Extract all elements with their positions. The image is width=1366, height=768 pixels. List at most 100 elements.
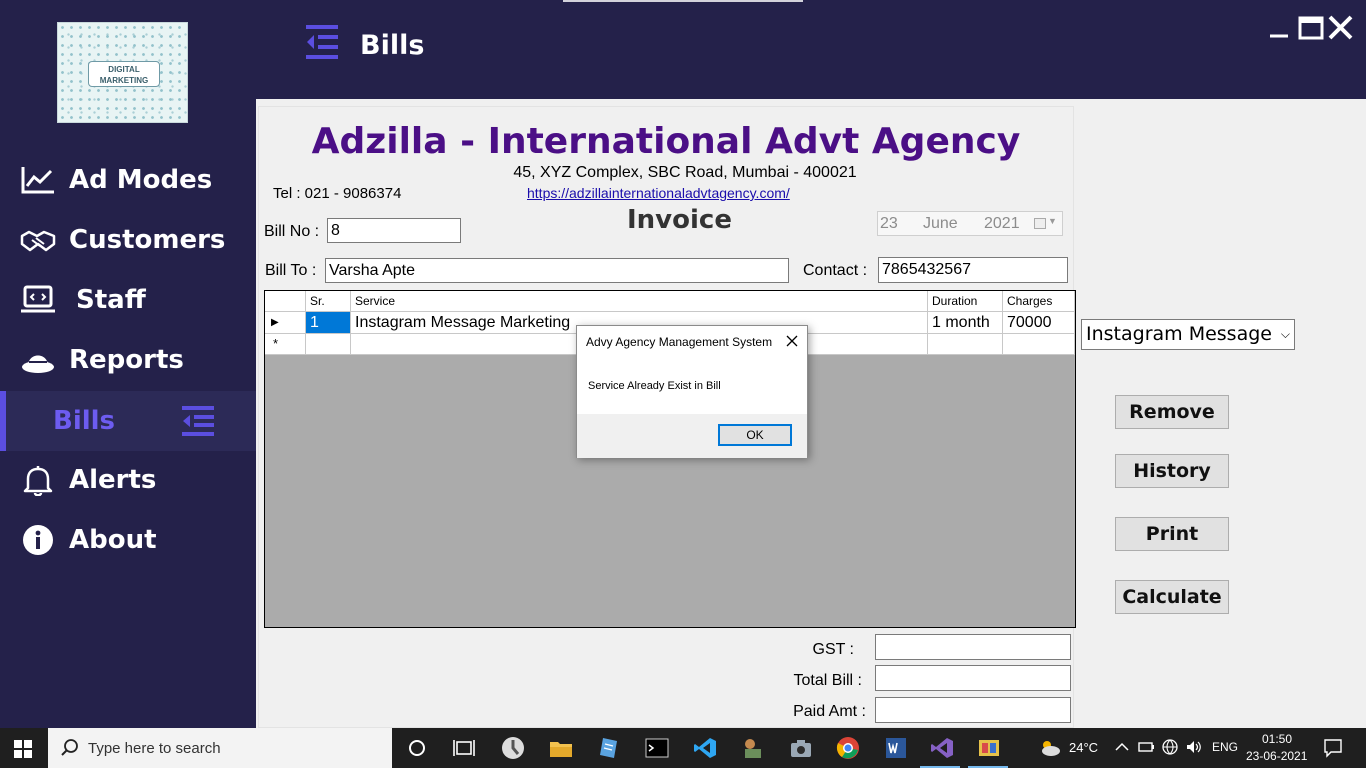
- sidebar-item-reports[interactable]: Reports: [0, 330, 256, 390]
- column-header-service[interactable]: Service: [351, 291, 928, 311]
- dialog-footer: OK: [577, 414, 807, 458]
- date-month: June: [923, 215, 958, 232]
- bill-no-label: Bill No :: [264, 223, 320, 240]
- sidebar: DIGITAL MARKETING Ad Modes Customers Staf…: [0, 0, 256, 728]
- chevron-down-icon[interactable]: ⌵: [1281, 327, 1290, 342]
- maximize-icon[interactable]: [1298, 14, 1326, 42]
- bill-to-input[interactable]: Varsha Apte: [325, 258, 789, 283]
- contact-input[interactable]: 7865432567: [878, 257, 1068, 283]
- invoice-date-picker[interactable]: 23 June 2021 ▼: [877, 211, 1063, 236]
- sidebar-item-label: Customers: [69, 225, 226, 255]
- clock-time[interactable]: 01:50: [1262, 732, 1292, 746]
- sidebar-item-ad-modes[interactable]: Ad Modes: [0, 150, 256, 210]
- weather-temperature[interactable]: 24°C: [1069, 740, 1098, 755]
- calendar-icon[interactable]: [1034, 218, 1046, 229]
- input-language[interactable]: ENG: [1212, 740, 1238, 754]
- sidebar-item-label: Ad Modes: [69, 165, 213, 195]
- message-dialog: Advy Agency Management System Service Al…: [576, 325, 808, 458]
- date-day: 23: [880, 215, 898, 232]
- hat-icon: [22, 355, 54, 373]
- camera-icon[interactable]: [789, 736, 813, 760]
- info-icon: [23, 525, 53, 555]
- ok-button[interactable]: OK: [718, 424, 792, 446]
- row-selector-arrow-icon[interactable]: ▶: [265, 312, 306, 333]
- laptop-icon: [21, 285, 55, 313]
- bell-icon: [23, 466, 53, 496]
- column-header-sr[interactable]: Sr.: [306, 291, 351, 311]
- column-header-charges[interactable]: Charges: [1003, 291, 1075, 311]
- sidebar-item-label: Staff: [76, 285, 146, 315]
- logo-text-bottom: MARKETING: [99, 76, 149, 85]
- chevron-up-icon[interactable]: [1113, 738, 1131, 756]
- visual-studio-icon[interactable]: [930, 736, 954, 760]
- logo-text-top: DIGITAL: [108, 65, 140, 74]
- list-indent-icon[interactable]: [304, 24, 340, 60]
- total-bill-input[interactable]: [875, 665, 1071, 691]
- weather-cloud-icon[interactable]: [1038, 736, 1062, 760]
- calculate-button[interactable]: Calculate: [1115, 580, 1229, 614]
- remove-button[interactable]: Remove: [1115, 395, 1229, 429]
- dialog-title: Advy Agency Management System: [586, 335, 773, 349]
- terminal-icon[interactable]: [645, 736, 669, 760]
- column-header-duration[interactable]: Duration: [928, 291, 1003, 311]
- battery-icon[interactable]: [1137, 738, 1155, 756]
- gst-input[interactable]: [875, 634, 1071, 660]
- taskbar-search-input[interactable]: Type here to search: [48, 728, 392, 768]
- digital-marketing-logo: DIGITAL MARKETING: [57, 22, 188, 123]
- notepad-icon[interactable]: [597, 736, 621, 760]
- vscode-icon[interactable]: [693, 736, 717, 760]
- network-globe-icon[interactable]: [1161, 738, 1179, 756]
- windows-start-icon[interactable]: [14, 740, 32, 758]
- minimize-icon[interactable]: [1268, 14, 1296, 42]
- paid-amount-label: Paid Amt :: [793, 703, 866, 720]
- bill-no-input[interactable]: 8: [327, 218, 461, 243]
- chevron-down-icon[interactable]: ▼: [1048, 216, 1057, 226]
- bill-to-label: Bill To :: [265, 262, 317, 279]
- grid-header-row: Sr. Service Duration Charges: [265, 291, 1075, 312]
- yandex-browser-icon[interactable]: [501, 736, 525, 760]
- sidebar-item-label: Alerts: [69, 465, 157, 495]
- sidebar-item-bills[interactable]: Bills: [0, 391, 256, 451]
- print-button[interactable]: Print: [1115, 517, 1229, 551]
- page-title: Bills: [360, 30, 425, 61]
- notifications-icon[interactable]: [1322, 737, 1344, 759]
- chrome-icon[interactable]: [836, 736, 860, 760]
- cell-sr[interactable]: 1: [306, 312, 351, 333]
- list-indent-icon: [182, 406, 214, 436]
- total-bill-label: Total Bill :: [793, 672, 862, 689]
- search-placeholder: Type here to search: [88, 740, 221, 757]
- dialog-message: Service Already Exist in Bill: [588, 380, 721, 392]
- sidebar-item-customers[interactable]: Customers: [0, 210, 256, 270]
- gst-label: GST :: [812, 641, 855, 658]
- sidebar-item-label: Reports: [69, 345, 184, 375]
- sidebar-item-alerts[interactable]: Alerts: [0, 450, 256, 510]
- cell-duration[interactable]: 1 month: [928, 312, 1003, 333]
- sidebar-item-label: Bills: [53, 406, 116, 436]
- close-icon[interactable]: [783, 332, 801, 350]
- cell-charges[interactable]: [1003, 334, 1075, 354]
- search-icon: [61, 739, 78, 756]
- service-select[interactable]: Instagram Message Marketing ⌵: [1081, 319, 1295, 350]
- running-app-icon[interactable]: [977, 736, 1001, 760]
- volume-icon[interactable]: [1185, 738, 1203, 756]
- company-website-link[interactable]: https://adzillainternationaladvtagency.c…: [527, 185, 790, 201]
- contact-label: Contact :: [803, 262, 868, 279]
- close-icon[interactable]: [1327, 14, 1355, 42]
- word-icon[interactable]: [884, 736, 908, 760]
- cell-sr[interactable]: [306, 334, 351, 354]
- history-button[interactable]: History: [1115, 454, 1229, 488]
- cell-charges[interactable]: 70000: [1003, 312, 1075, 333]
- task-view-icon[interactable]: [452, 736, 476, 760]
- service-select-value: Instagram Message Marketing: [1086, 323, 1276, 345]
- paid-amount-input[interactable]: [875, 697, 1071, 723]
- sidebar-item-staff[interactable]: Staff: [0, 270, 256, 330]
- cortana-icon[interactable]: [405, 736, 429, 760]
- company-telephone: Tel : 021 - 9086374: [273, 185, 402, 202]
- agency-app-icon[interactable]: [741, 736, 765, 760]
- sidebar-item-about[interactable]: About: [0, 510, 256, 570]
- company-name: Adzilla - International Advt Agency: [311, 121, 1021, 162]
- cell-duration[interactable]: [928, 334, 1003, 354]
- file-explorer-icon[interactable]: [549, 736, 573, 760]
- invoice-title: Invoice: [627, 205, 732, 235]
- clock-date[interactable]: 23-06-2021: [1246, 749, 1307, 763]
